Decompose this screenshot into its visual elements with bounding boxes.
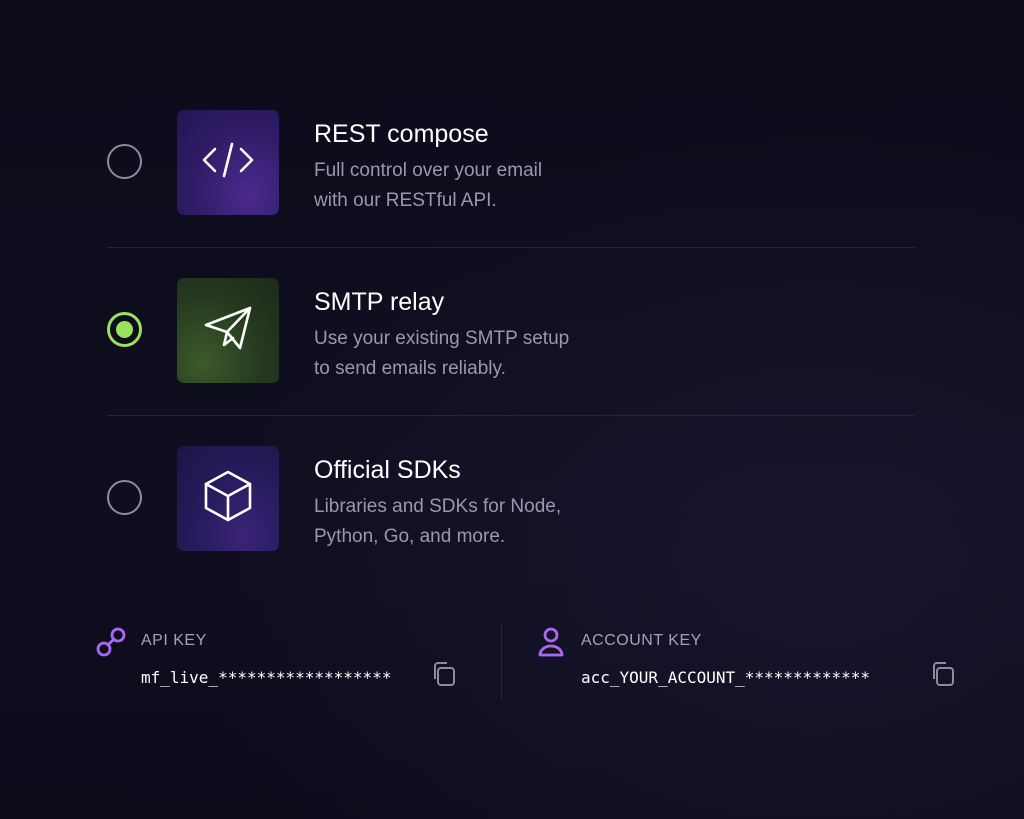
option-description-line: Use your existing SMTP setup xyxy=(314,328,570,349)
user-icon xyxy=(537,626,569,658)
integration-method-list: REST compose Full control over your emai… xyxy=(107,110,915,551)
rest-compose-tile xyxy=(177,110,279,215)
paper-plane-icon xyxy=(203,305,253,356)
smtp-relay-tile xyxy=(177,278,279,383)
option-title: REST compose xyxy=(314,120,489,148)
option-rest-compose[interactable]: REST compose Full control over your emai… xyxy=(107,110,915,215)
option-description-line: Python, Go, and more. xyxy=(314,526,506,547)
option-official-sdks[interactable]: Official SDKs Libraries and SDKs for Nod… xyxy=(107,446,915,551)
vertical-divider xyxy=(501,622,502,700)
smtp-relay-radio[interactable] xyxy=(107,312,142,347)
code-icon xyxy=(201,140,255,185)
option-description-line: Libraries and SDKs for Node, xyxy=(314,496,562,517)
option-description-line: Full control over your email xyxy=(314,160,543,181)
cube-icon xyxy=(203,469,253,528)
divider xyxy=(107,415,915,416)
option-title: Official SDKs xyxy=(314,456,461,484)
copy-api-key-button[interactable] xyxy=(430,660,458,688)
official-sdks-tile xyxy=(177,446,279,551)
official-sdks-radio[interactable] xyxy=(107,480,142,515)
option-title: SMTP relay xyxy=(314,288,445,316)
rest-compose-radio[interactable] xyxy=(107,144,142,179)
option-description-line: to send emails reliably. xyxy=(314,358,506,379)
api-key-label: API KEY xyxy=(141,632,207,649)
option-description-line: with our RESTful API. xyxy=(314,190,497,211)
option-smtp-relay[interactable]: SMTP relay Use your existing SMTP setup … xyxy=(107,278,915,383)
credentials-bar: API KEY mf_live_****************** ACCOU… xyxy=(0,620,1024,710)
divider xyxy=(107,247,915,248)
copy-account-key-button[interactable] xyxy=(929,660,957,688)
link-icon xyxy=(95,626,127,658)
account-key-label: ACCOUNT KEY xyxy=(581,632,702,649)
account-key-value: acc_YOUR_ACCOUNT_************* xyxy=(581,668,870,687)
api-key-value: mf_live_****************** xyxy=(141,668,392,687)
